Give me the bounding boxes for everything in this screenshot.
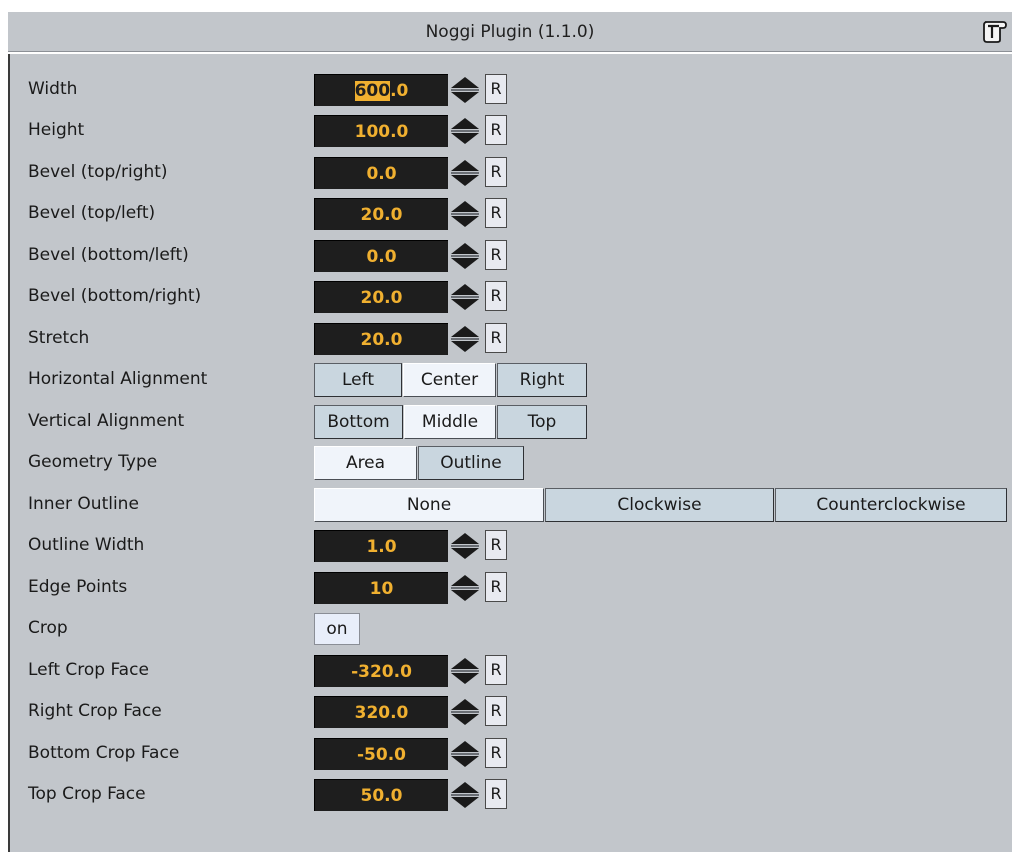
horizontal-alignment-label: Horizontal Alignment xyxy=(28,369,208,389)
bevel-bottom-left-label: Bevel (bottom/left) xyxy=(28,245,189,265)
plugin-title-bar: Noggi Plugin (1.1.0) xyxy=(8,12,1012,52)
halign-right-button[interactable]: Right xyxy=(497,363,587,397)
stretch-input[interactable]: 20.0 xyxy=(314,323,448,355)
geometry-area-button[interactable]: Area xyxy=(314,446,417,480)
left-crop-face-spinner-icon[interactable] xyxy=(448,656,482,686)
stretch-spinner-icon[interactable] xyxy=(448,324,482,354)
plugin-title: Noggi Plugin (1.1.0) xyxy=(425,22,595,42)
bottom-crop-face-input[interactable]: -50.0 xyxy=(314,738,448,770)
row-top-crop-face: Top Crop Face 50.0 R xyxy=(10,776,1010,812)
bevel-top-right-spinner-icon[interactable] xyxy=(448,158,482,188)
geometry-type-label: Geometry Type xyxy=(28,452,158,472)
bevel-bottom-left-spinner-icon[interactable] xyxy=(448,241,482,271)
outline-width-label: Outline Width xyxy=(28,535,145,555)
vertical-alignment-label: Vertical Alignment xyxy=(28,411,185,431)
top-crop-face-input[interactable]: 50.0 xyxy=(314,779,448,811)
right-crop-face-label: Right Crop Face xyxy=(28,701,162,721)
row-stretch: Stretch 20.0 R xyxy=(10,320,1010,356)
bottom-crop-face-spinner-icon[interactable] xyxy=(448,739,482,769)
bottom-crop-face-reset-button[interactable]: R xyxy=(485,738,507,768)
width-spinner-icon[interactable] xyxy=(448,75,482,105)
halign-center-button[interactable]: Center xyxy=(403,363,496,397)
crop-label: Crop xyxy=(28,618,68,638)
bevel-bottom-right-input[interactable]: 20.0 xyxy=(314,281,448,313)
width-rest-text: .0 xyxy=(390,81,409,101)
right-crop-face-spinner-icon[interactable] xyxy=(448,697,482,727)
inner-outline-clockwise-button[interactable]: Clockwise xyxy=(545,488,774,522)
inner-outline-none-button[interactable]: None xyxy=(314,488,544,522)
right-crop-face-reset-button[interactable]: R xyxy=(485,696,507,726)
width-label: Width xyxy=(28,79,78,99)
inner-outline-label: Inner Outline xyxy=(28,494,139,514)
row-crop: Crop on xyxy=(10,610,1010,646)
row-bevel-top-right: Bevel (top/right) 0.0 R xyxy=(10,154,1010,190)
top-crop-face-reset-button[interactable]: R xyxy=(485,779,507,809)
bottom-crop-face-label: Bottom Crop Face xyxy=(28,743,180,763)
outline-width-spinner-icon[interactable] xyxy=(448,531,482,561)
bevel-top-left-input[interactable]: 20.0 xyxy=(314,198,448,230)
row-left-crop-face: Left Crop Face -320.0 R xyxy=(10,652,1010,688)
edge-points-spinner-icon[interactable] xyxy=(448,573,482,603)
bevel-top-right-reset-button[interactable]: R xyxy=(485,157,507,187)
valign-bottom-button[interactable]: Bottom xyxy=(314,405,403,439)
bevel-bottom-right-spinner-icon[interactable] xyxy=(448,282,482,312)
bevel-top-left-reset-button[interactable]: R xyxy=(485,198,507,228)
valign-middle-button[interactable]: Middle xyxy=(404,405,496,439)
row-horizontal-alignment: Horizontal Alignment Left Center Right xyxy=(10,361,1010,397)
width-selected-text: 600 xyxy=(354,81,391,101)
row-outline-width: Outline Width 1.0 R xyxy=(10,527,1010,563)
stretch-reset-button[interactable]: R xyxy=(485,323,507,353)
bevel-top-right-input[interactable]: 0.0 xyxy=(314,157,448,189)
halign-left-button[interactable]: Left xyxy=(314,363,402,397)
geometry-outline-button[interactable]: Outline xyxy=(418,446,524,480)
top-crop-face-spinner-icon[interactable] xyxy=(448,780,482,810)
plugin-editor-panel: Width 600.0 R Height 100.0 R Bevel (top/… xyxy=(8,54,1012,852)
row-bevel-bottom-left: Bevel (bottom/left) 0.0 R xyxy=(10,237,1010,273)
bevel-bottom-left-input[interactable]: 0.0 xyxy=(314,240,448,272)
height-spinner-icon[interactable] xyxy=(448,116,482,146)
edge-points-input[interactable]: 10 xyxy=(314,572,448,604)
left-crop-face-reset-button[interactable]: R xyxy=(485,655,507,685)
outline-width-reset-button[interactable]: R xyxy=(485,530,507,560)
width-reset-button[interactable]: R xyxy=(485,74,507,104)
width-input[interactable]: 600.0 xyxy=(314,74,448,106)
inner-outline-counterclockwise-button[interactable]: Counterclockwise xyxy=(775,488,1007,522)
row-bevel-bottom-right: Bevel (bottom/right) 20.0 R xyxy=(10,278,1010,314)
left-crop-face-input[interactable]: -320.0 xyxy=(314,655,448,687)
outline-width-input[interactable]: 1.0 xyxy=(314,530,448,562)
height-input[interactable]: 100.0 xyxy=(314,115,448,147)
edge-points-label: Edge Points xyxy=(28,577,128,597)
bevel-top-left-spinner-icon[interactable] xyxy=(448,199,482,229)
plugin-script-icon[interactable] xyxy=(979,17,1009,45)
row-height: Height 100.0 R xyxy=(10,112,1010,148)
bevel-bottom-right-label: Bevel (bottom/right) xyxy=(28,286,202,306)
row-edge-points: Edge Points 10 R xyxy=(10,569,1010,605)
height-reset-button[interactable]: R xyxy=(485,115,507,145)
row-inner-outline: Inner Outline None Clockwise Countercloc… xyxy=(10,486,1010,522)
row-right-crop-face: Right Crop Face 320.0 R xyxy=(10,693,1010,729)
bevel-top-right-label: Bevel (top/right) xyxy=(28,162,168,182)
row-geometry-type: Geometry Type Area Outline xyxy=(10,444,1010,480)
edge-points-reset-button[interactable]: R xyxy=(485,572,507,602)
valign-top-button[interactable]: Top xyxy=(497,405,587,439)
row-vertical-alignment: Vertical Alignment Bottom Middle Top xyxy=(10,403,1010,439)
bevel-top-left-label: Bevel (top/left) xyxy=(28,203,156,223)
height-label: Height xyxy=(28,120,85,140)
bevel-bottom-right-reset-button[interactable]: R xyxy=(485,281,507,311)
stretch-label: Stretch xyxy=(28,328,90,348)
left-crop-face-label: Left Crop Face xyxy=(28,660,149,680)
top-crop-face-label: Top Crop Face xyxy=(28,784,146,804)
row-bevel-top-left: Bevel (top/left) 20.0 R xyxy=(10,195,1010,231)
right-crop-face-input[interactable]: 320.0 xyxy=(314,696,448,728)
crop-toggle-button[interactable]: on xyxy=(314,613,360,645)
row-bottom-crop-face: Bottom Crop Face -50.0 R xyxy=(10,735,1010,771)
bevel-bottom-left-reset-button[interactable]: R xyxy=(485,240,507,270)
row-width: Width 600.0 R xyxy=(10,71,1010,107)
